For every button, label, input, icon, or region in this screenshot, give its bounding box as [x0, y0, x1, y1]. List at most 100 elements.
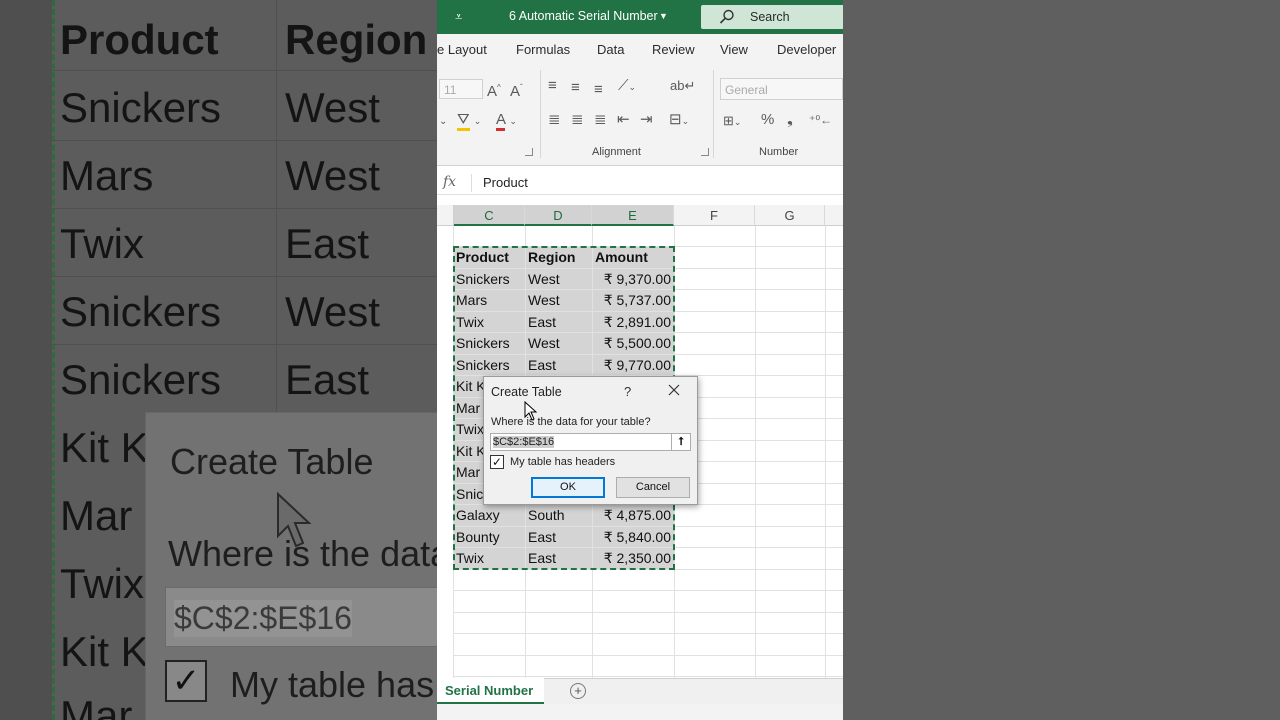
help-icon[interactable]: ?: [624, 384, 631, 399]
has-headers-label[interactable]: My table has headers: [510, 456, 615, 468]
align-right-icon[interactable]: ≣: [594, 112, 607, 128]
zoomed-checkbox-label: My table has h: [230, 664, 437, 705]
zoomed-dialog-title: Create Table: [170, 441, 374, 482]
group-label-number: Number: [759, 146, 799, 158]
merge-center-icon[interactable]: ⊟⌄: [669, 112, 689, 129]
zoomed-gridline: [52, 140, 437, 141]
insert-function-icon[interactable]: fx: [443, 174, 456, 190]
zoomed-cell: East: [285, 220, 370, 267]
document-title[interactable]: 6 Automatic Serial Number: [509, 9, 658, 23]
zoomed-cell: West: [285, 84, 380, 131]
increase-font-size-icon[interactable]: A^: [487, 80, 501, 100]
zoomed-header-product: Product: [60, 16, 219, 63]
decrease-font-size-icon[interactable]: Aˇ: [510, 80, 523, 100]
tab-review[interactable]: Review: [652, 42, 695, 57]
column-header-c[interactable]: C: [454, 205, 525, 226]
formula-bar: fx Product: [437, 171, 843, 195]
qat-customize-icon[interactable]: ⩡: [455, 9, 462, 25]
has-headers-checkbox[interactable]: ✓: [490, 455, 504, 469]
group-label-alignment: Alignment: [592, 146, 641, 158]
gridline: [453, 633, 843, 634]
cancel-button[interactable]: Cancel: [616, 477, 690, 498]
gridline: [453, 676, 843, 677]
tab-view[interactable]: View: [720, 42, 748, 57]
range-input-value: $C$2:$E$16: [493, 436, 555, 448]
ok-button[interactable]: OK: [531, 477, 605, 498]
ribbon-tabs: e Layout Formulas Data Review View Devel…: [437, 34, 843, 66]
dialog-title: Create Table: [491, 385, 562, 399]
decrease-indent-icon[interactable]: ⇤: [617, 112, 630, 128]
zoomed-cell: Mar: [60, 692, 133, 720]
ribbon: 11 A^ Aˇ ⌄ ⛛ ⌄ A ⌄ ≡ ≡ ≡ ⟋⌄ ab↵ ≣ ≣ ≣ ⇤ …: [437, 66, 843, 166]
select-all-corner[interactable]: [437, 205, 454, 226]
sheet-tab-serial-number[interactable]: Serial Number: [437, 678, 544, 705]
zoomed-cell: Kit K: [60, 628, 149, 675]
tab-developer[interactable]: Developer: [777, 42, 836, 57]
range-input[interactable]: $C$2:$E$16: [490, 433, 674, 451]
gridline: [453, 655, 843, 656]
increase-decimal-icon[interactable]: ⁺⁰←: [809, 112, 832, 128]
tab-data[interactable]: Data: [597, 42, 624, 57]
range-prompt-label: Where is the data for your table?: [491, 416, 651, 428]
close-icon[interactable]: [667, 383, 681, 397]
column-header-g[interactable]: G: [755, 205, 825, 226]
sheet-tabs-bar: Serial Number +: [437, 678, 843, 705]
create-table-dialog: Create Table ? Where is the data for you…: [483, 376, 698, 505]
fill-color-icon[interactable]: ⛛ ⌄: [457, 111, 481, 131]
zoomed-background: Product Region Snickers West Mars West T…: [0, 0, 437, 720]
increase-indent-icon[interactable]: ⇥: [640, 112, 653, 128]
align-bottom-icon[interactable]: ≡: [594, 82, 603, 98]
orientation-icon[interactable]: ⟋⌄: [618, 78, 636, 95]
zoomed-cell: West: [285, 152, 380, 199]
zoomed-gridline: [52, 344, 437, 345]
add-sheet-icon[interactable]: +: [570, 683, 586, 699]
column-header-e[interactable]: E: [592, 205, 674, 226]
search-icon: [719, 9, 734, 24]
zoomed-cell: Snickers: [60, 84, 222, 131]
formula-separator: [471, 174, 472, 192]
align-center-icon[interactable]: ≣: [571, 112, 584, 128]
font-color-icon[interactable]: A ⌄: [496, 111, 517, 131]
zoomed-cell: East: [285, 356, 370, 403]
zoomed-gridline: [52, 276, 437, 277]
video-frame: Product Region Snickers West Mars West T…: [0, 0, 1280, 720]
title-bar: ⩡ 6 Automatic Serial Number ▼ Search: [437, 0, 843, 34]
number-format-select[interactable]: General: [720, 78, 843, 100]
tab-formulas[interactable]: Formulas: [516, 42, 570, 57]
comma-style-icon[interactable]: ❟: [787, 112, 793, 128]
zoomed-cell: Mars: [60, 152, 154, 199]
gridline: [825, 226, 826, 678]
align-middle-icon[interactable]: ≡: [571, 80, 580, 96]
tab-page-layout[interactable]: e Layout: [437, 42, 487, 57]
group-separator: [540, 70, 541, 158]
column-headers: C D E F G: [437, 205, 843, 226]
sheet-tab-label: Serial Number: [445, 683, 534, 698]
column-header-f[interactable]: F: [674, 205, 755, 226]
zoomed-gridline: [52, 208, 437, 209]
column-header-d[interactable]: D: [525, 205, 592, 226]
collapse-dialog-icon[interactable]: ⭡: [671, 433, 691, 451]
alignment-dialog-launcher-icon[interactable]: [701, 148, 709, 156]
right-background: [843, 0, 1280, 720]
gridline: [453, 590, 843, 591]
font-dialog-launcher-icon[interactable]: [525, 148, 533, 156]
accounting-format-icon[interactable]: ⊞⌄: [723, 113, 741, 130]
percent-style-icon[interactable]: %: [761, 112, 774, 128]
mouse-cursor-icon: [524, 401, 538, 421]
zoomed-range-text: $C$2:$E$16: [174, 600, 352, 637]
zoomed-checkbox: ✓: [165, 660, 207, 702]
zoomed-cell: Twix: [60, 560, 144, 607]
formula-input[interactable]: Product: [483, 175, 528, 190]
font-size-select[interactable]: 11: [439, 79, 483, 99]
zoomed-cell: Snickers: [60, 356, 222, 403]
gridline: [453, 612, 843, 613]
align-left-icon[interactable]: ≣: [548, 112, 561, 128]
gridline: [755, 226, 756, 678]
zoomed-cell: West: [285, 288, 380, 335]
align-top-icon[interactable]: ≡: [548, 78, 557, 94]
chevron-down-icon[interactable]: ▼: [659, 11, 668, 21]
number-format-value: General: [725, 83, 768, 97]
borders-dropdown-icon[interactable]: ⌄: [439, 114, 447, 130]
wrap-text-icon[interactable]: ab↵: [670, 78, 695, 94]
font-size-value: 11: [444, 83, 457, 97]
